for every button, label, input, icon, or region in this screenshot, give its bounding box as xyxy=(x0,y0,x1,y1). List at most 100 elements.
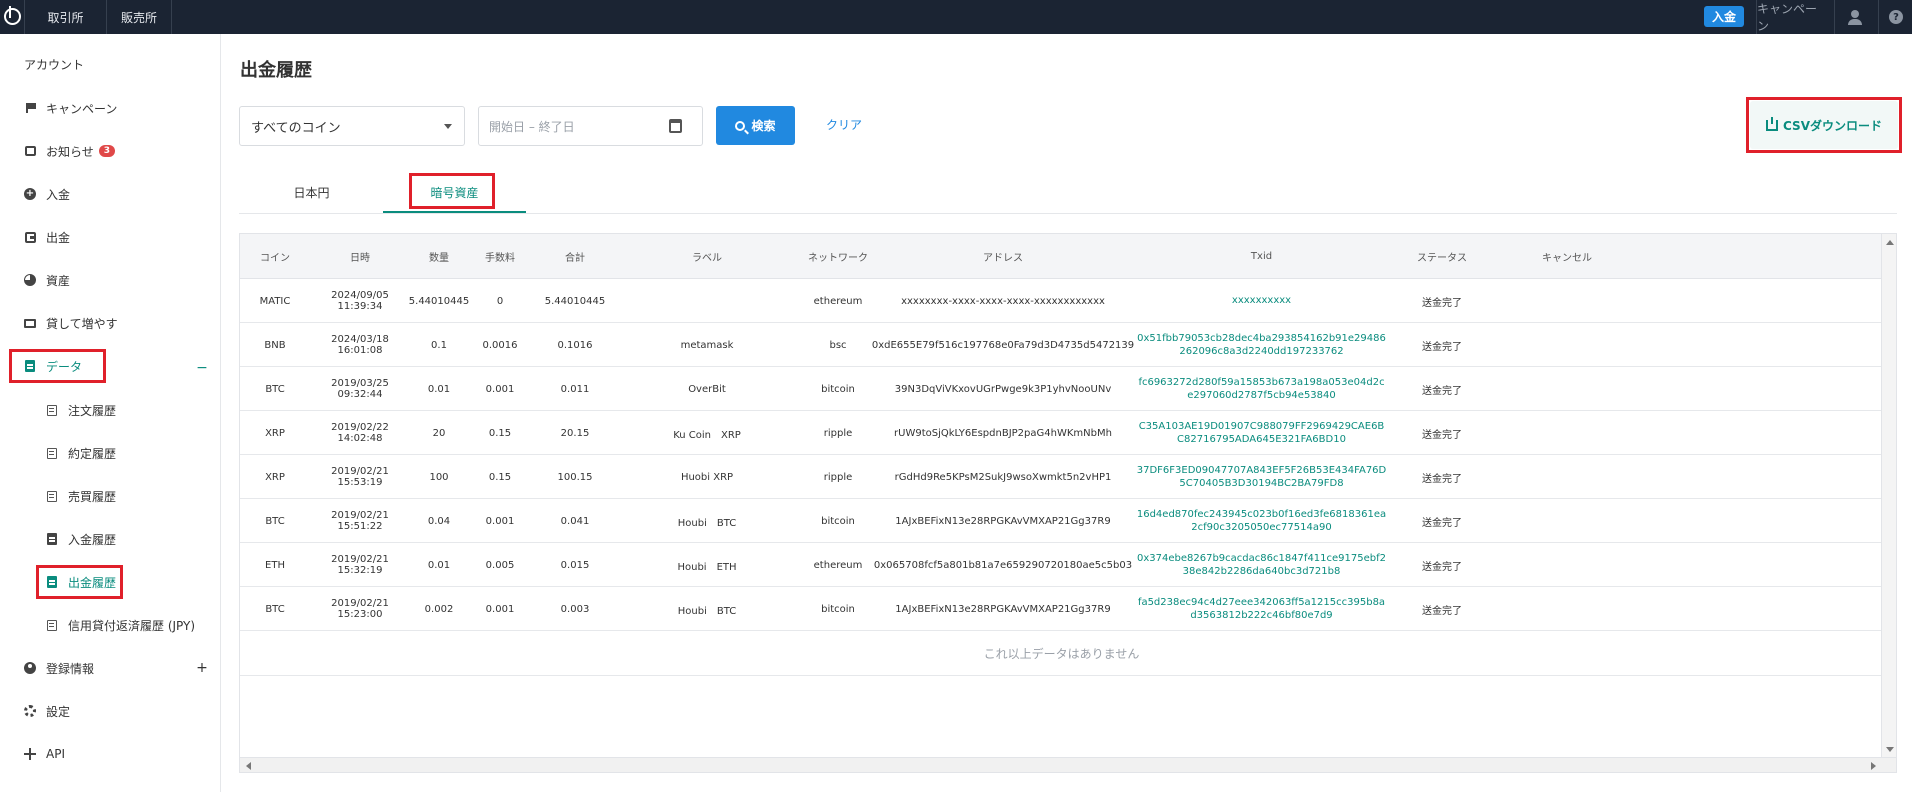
col-status-header: ステータス xyxy=(1417,253,1467,264)
chat-icon xyxy=(24,145,36,157)
col-fee-cell: 0.005 xyxy=(485,559,515,571)
col-fee-cell: 0.15 xyxy=(488,471,512,483)
sidebar-item-withdraw[interactable]: 出金 xyxy=(24,227,70,247)
col-label-cell xyxy=(618,279,796,323)
deposit-button[interactable]: 入金 xyxy=(1704,6,1744,27)
sidebar-item-campaign[interactable]: キャンペーン xyxy=(24,98,117,118)
clear-link[interactable]: クリア xyxy=(826,116,862,133)
col-network-cell: bitcoin xyxy=(821,515,855,527)
search-button[interactable]: 検索 xyxy=(716,106,795,145)
col-cancel-cell xyxy=(1487,323,1647,367)
campaign-link[interactable]: キャンペーン xyxy=(1756,0,1828,34)
logo-icon xyxy=(4,6,21,25)
col-txid-cell[interactable]: xxxxxxxxxx xyxy=(1126,279,1397,323)
sidebar-item-data[interactable]: データ xyxy=(24,356,82,376)
lending-icon xyxy=(24,317,36,329)
vertical-scrollbar[interactable] xyxy=(1881,234,1896,758)
sidebar: アカウント キャンペーン お知らせ 3 + 入金 出金 資産 貸して増やす デー… xyxy=(0,34,221,792)
sidebar-item-deposit[interactable]: + 入金 xyxy=(24,184,70,204)
col-txid-cell[interactable]: 0x374ebe8267b9cacdac86c1847f411ce9175ebf… xyxy=(1126,543,1397,587)
calendar-icon[interactable] xyxy=(669,119,682,133)
expand-registration-toggle[interactable]: + xyxy=(196,660,208,676)
table-row: XRP 2019/02/22 14:02:48 20 0.15 20.15 Ku Coin… xyxy=(240,411,1883,455)
sidebar-item-label: お知らせ xyxy=(46,144,94,159)
col-total-cell: 20.15 xyxy=(560,427,590,439)
sidebar-item-assets[interactable]: 資産 xyxy=(24,270,70,290)
csv-download-button[interactable]: CSVダウンロード xyxy=(1750,101,1898,149)
scroll-left-icon[interactable] xyxy=(246,762,251,770)
col-fee-cell: 0.001 xyxy=(485,603,515,615)
table-row: BTC 2019/03/25 09:32:44 0.01 0.001 0.011 Over… xyxy=(240,367,1883,411)
sidebar-item-lending[interactable]: 貸して増やす xyxy=(24,313,118,333)
collapse-data-toggle[interactable]: − xyxy=(196,360,208,376)
date-range-input[interactable]: 開始日 – 終了日 xyxy=(478,106,703,146)
table-row: XRP 2019/02/21 15:53:19 100 0.15 100.15 Huobi… xyxy=(240,455,1883,499)
sidebar-subitem-withdraw-history[interactable]: 出金履歴 xyxy=(46,572,116,592)
sidebar-item-settings[interactable]: 設定 xyxy=(24,701,70,721)
col-amount-cell: 0.01 xyxy=(427,559,451,571)
coin-select[interactable]: すべてのコイン xyxy=(239,106,465,146)
col-status-cell: 送金完了 xyxy=(1422,297,1462,309)
sidebar-item-label: 約定履歴 xyxy=(68,446,117,461)
document-icon xyxy=(46,490,58,502)
sidebar-item-label: 入金履歴 xyxy=(68,532,117,547)
col-address-cell: 39N3DqViVKxovUGrPwge9k3P1yhvNooUNv xyxy=(894,383,1112,395)
col-network-cell: bsc xyxy=(829,339,847,351)
sidebar-subitem-order-history[interactable]: 注文履歴 xyxy=(46,400,116,420)
col-status-cell: 送金完了 xyxy=(1422,341,1462,353)
tab-crypto[interactable]: 暗号資産 xyxy=(383,172,526,212)
scroll-right-icon[interactable] xyxy=(1871,762,1876,770)
col-txid-cell[interactable]: 37DF6F3ED09047707A843EF5F26B53E434FA76D5… xyxy=(1126,455,1397,499)
user-menu[interactable] xyxy=(1834,0,1874,34)
col-fee-cell: 0.0016 xyxy=(482,339,518,351)
col-amount-cell: 5.44010445 xyxy=(408,295,470,307)
sidebar-item-label: 資産 xyxy=(46,273,71,288)
document-icon xyxy=(46,404,58,416)
table-row: MATIC 2024/09/05 11:39:34 5.44010445 0 5.440… xyxy=(240,279,1883,323)
sidebar-item-api[interactable]: API xyxy=(24,744,65,764)
col-txid-cell[interactable]: fc6963272d280f59a15853b673a198a053e04d2c… xyxy=(1126,367,1397,411)
horizontal-scrollbar[interactable] xyxy=(240,757,1896,772)
nav-sales[interactable]: 販売所 xyxy=(106,0,172,34)
active-tab-indicator xyxy=(383,211,526,213)
sidebar-item-label: 注文履歴 xyxy=(68,403,117,418)
user-icon xyxy=(1851,10,1859,18)
sidebar-item-label: 設定 xyxy=(46,704,71,719)
tabs-divider xyxy=(239,213,1897,214)
date-range-placeholder: 開始日 – 終了日 xyxy=(489,119,575,134)
help-icon: ? xyxy=(1889,10,1903,24)
col-status-cell: 送金完了 xyxy=(1422,473,1462,485)
col-label-cell: Houbi BTC xyxy=(677,517,737,529)
nav-exchange[interactable]: 取引所 xyxy=(24,0,106,34)
col-label-cell: OverBit xyxy=(688,383,726,395)
col-coin-cell: BTC xyxy=(265,603,285,615)
sidebar-item-label: 貸して増やす xyxy=(46,316,118,331)
sidebar-item-registration[interactable]: 登録情報 xyxy=(24,658,94,678)
table-row: ETH 2019/02/21 15:32:19 0.01 0.005 0.015 Houb… xyxy=(240,543,1883,587)
clipboard-icon xyxy=(24,360,36,372)
help-button[interactable]: ? xyxy=(1878,0,1912,34)
sidebar-subitem-margin-repayment-history[interactable]: 信用貸付返済履歴 (JPY) xyxy=(46,615,195,635)
col-txid-cell[interactable]: 0x51fbb79053cb28dec4ba293854162b91e29486… xyxy=(1126,323,1397,367)
col-amount-header: 数量 xyxy=(429,253,449,264)
download-icon xyxy=(1766,116,1779,131)
col-cancel-cell xyxy=(1487,543,1647,587)
col-status-cell: 送金完了 xyxy=(1422,429,1462,441)
col-coin-cell: ETH xyxy=(265,559,285,571)
no-more-data-message: これ以上データはありません xyxy=(240,632,1883,676)
col-status-cell: 送金完了 xyxy=(1422,561,1462,573)
coin-select-value: すべてのコイン xyxy=(251,120,341,136)
scroll-up-icon[interactable] xyxy=(1886,240,1894,245)
sidebar-subitem-execution-history[interactable]: 約定履歴 xyxy=(46,443,116,463)
col-txid-cell[interactable]: C35A103AE19D01907C988079FF2969429CAE6BC8… xyxy=(1126,411,1397,455)
sidebar-subitem-trade-history[interactable]: 売買履歴 xyxy=(46,486,116,506)
col-txid-cell[interactable]: 16d4ed870fec243945c023b0f16ed3fe6818361e… xyxy=(1126,499,1397,543)
col-txid-cell[interactable]: fa5d238ec94c4d27eee342063ff5a1215cc395b8… xyxy=(1126,587,1397,631)
sidebar-item-notices[interactable]: お知らせ 3 xyxy=(24,141,116,161)
logo[interactable] xyxy=(0,0,24,34)
col-datetime-cell: 2019/02/21 15:51:22 xyxy=(331,510,389,532)
tab-jpy[interactable]: 日本円 xyxy=(240,172,383,212)
sidebar-subitem-deposit-history[interactable]: 入金履歴 xyxy=(46,529,116,549)
gear-icon xyxy=(24,705,36,717)
scroll-down-icon[interactable] xyxy=(1886,747,1894,752)
